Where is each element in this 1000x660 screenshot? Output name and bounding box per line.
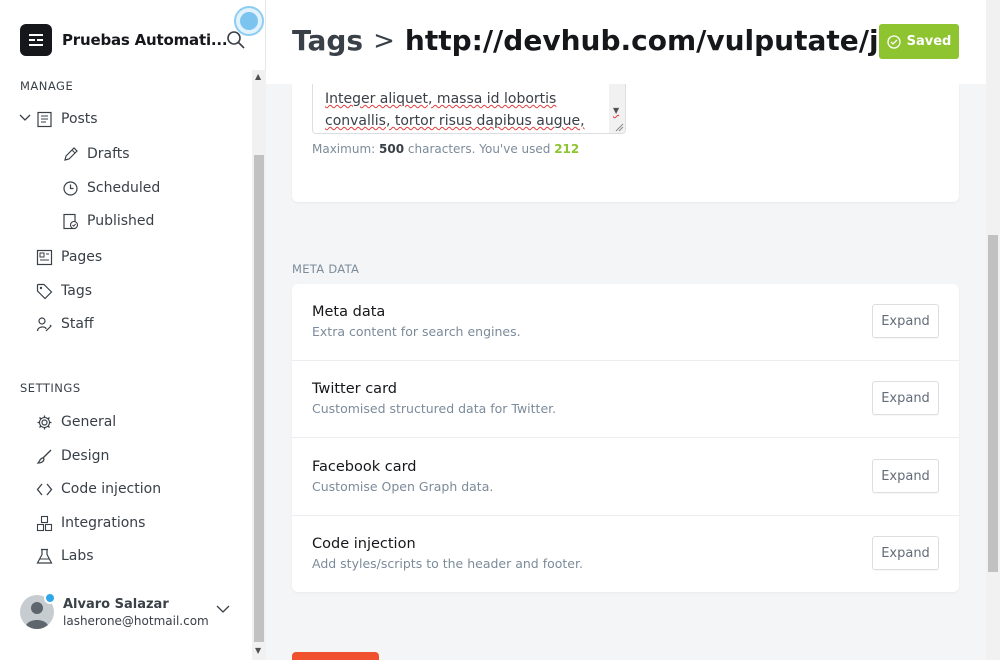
row-title: Code injection [312,536,416,552]
user-name: Alvaro Salazar [63,596,169,612]
sidebar-item-label: Design [61,448,110,464]
sidebar-item-published[interactable]: Published [62,209,154,233]
sidebar-item-integrations[interactable]: Integrations [36,511,145,535]
hint-prefix: Maximum: [312,142,376,156]
site-logo [20,24,52,56]
sidebar-item-staff[interactable]: Staff [36,312,94,336]
scrollbar-thumb[interactable] [988,235,998,572]
expand-meta-data-button[interactable]: Expand [872,304,939,338]
row-title: Facebook card [312,459,417,475]
row-title: Twitter card [312,381,397,397]
sidebar-item-label: Staff [61,316,94,332]
site-brand[interactable]: Pruebas Automati... [20,24,228,56]
published-icon [63,213,79,229]
textarea-line: Integer aliquet, massa id lobortis [325,91,557,107]
hint-mid: characters. You've used [407,142,551,156]
staff-icon [36,316,52,331]
meta-row-meta-data: Meta data Extra content for search engin… [292,284,959,361]
sidebar-item-label: Posts [61,111,98,127]
row-description: Customised structured data for Twitter. [312,401,557,416]
hint-max: 500 [379,142,405,156]
delete-tag-button[interactable] [292,652,379,660]
character-count-hint: Maximum: 500 characters. You've used 212 [312,142,579,156]
gear-icon [37,415,52,429]
user-email: lasherone@hotmail.com [63,613,209,628]
chevron-down-icon[interactable] [216,604,230,614]
sidebar-item-label: Labs [61,548,94,564]
clock-icon [63,180,78,196]
expand-twitter-card-button[interactable]: Expand [872,381,939,415]
expand-facebook-card-button[interactable]: Expand [872,459,939,493]
scrollbar-thumb[interactable] [254,155,264,642]
sidebar-item-label: General [61,414,117,430]
sidebar-item-posts[interactable]: Posts [36,107,98,131]
flask-icon [36,548,53,564]
sidebar-item-label: Integrations [61,515,146,531]
breadcrumb: Tags > http://devhub.com/vulputate/justo… [292,24,892,57]
textarea-line: convallis, tortor risus dapibus augue, v… [325,113,585,129]
sidebar-item-labs[interactable]: Labs [36,544,94,568]
page-header: Tags > http://devhub.com/vulputate/justo… [266,0,986,84]
row-description: Extra content for search engines. [312,324,521,339]
breadcrumb-separator: > [373,25,395,56]
expand-code-injection-button[interactable]: Expand [872,536,939,570]
sidebar-item-label: Code injection [61,481,162,497]
scroll-down-icon[interactable]: ▼ [255,646,261,655]
row-description: Customise Open Graph data. [312,479,494,494]
posts-icon [37,111,52,127]
sidebar-item-label: Drafts [87,146,130,162]
status-badge [44,592,56,604]
integrations-icon [36,515,53,531]
description-card: Integer aliquet, massa id lobortis conva… [292,84,959,202]
sidebar-item-pages[interactable]: Pages [36,245,102,269]
check-circle-icon [886,34,901,49]
meta-row-facebook-card: Facebook card Customise Open Graph data.… [292,439,959,516]
settings-section-title: SETTINGS [20,381,81,395]
resize-handle-icon[interactable] [614,122,624,132]
sidebar-item-code-injection[interactable]: Code injection [36,477,161,501]
sidebar-scrollbar[interactable]: ▲ ▼ [252,70,266,660]
pages-icon [36,249,53,265]
breadcrumb-parent[interactable]: Tags [292,24,363,57]
sidebar-item-design[interactable]: Design [36,444,109,468]
main-scrollbar[interactable] [986,0,1000,660]
chevron-down-icon[interactable] [19,113,31,123]
site-name: Pruebas Automati... [62,31,228,49]
meta-card: Meta data Extra content for search engin… [292,284,959,592]
meta-row-twitter-card: Twitter card Customised structured data … [292,361,959,438]
row-title: Meta data [312,304,386,320]
description-textarea[interactable]: Integer aliquet, massa id lobortis conva… [312,84,626,134]
sidebar: Pruebas Automati... MANAGE Posts Drafts … [0,0,266,660]
meta-row-code-injection: Code injection Add styles/scripts to the… [292,516,959,593]
brush-icon [36,449,52,464]
scroll-up-icon[interactable]: ▲ [255,72,261,81]
page-title: http://devhub.com/vulputate/justo/in/ [404,24,892,57]
row-description: Add styles/scripts to the header and foo… [312,556,583,571]
sidebar-item-general[interactable]: General [36,410,116,434]
sidebar-item-tags[interactable]: Tags [36,279,92,303]
saved-status-button[interactable]: Saved [879,24,959,59]
click-indicator [234,6,264,36]
sidebar-item-scheduled[interactable]: Scheduled [62,176,160,200]
tag-icon [36,283,53,299]
manage-section-title: MANAGE [20,79,74,93]
pencil-icon [64,146,78,161]
main-content: Integer aliquet, massa id lobortis conva… [266,0,1000,660]
meta-section-title: META DATA [292,262,360,276]
code-icon [36,483,53,495]
sidebar-item-label: Pages [61,249,103,265]
scroll-down-icon[interactable]: ▼ [613,100,619,122]
hint-used: 212 [554,142,580,156]
sidebar-nav: MANAGE Posts Drafts Scheduled Published … [0,70,252,660]
sidebar-item-drafts[interactable]: Drafts [62,142,130,166]
saved-label: Saved [906,34,952,49]
sidebar-item-label: Published [87,213,155,229]
sidebar-item-label: Tags [61,283,92,299]
sidebar-item-label: Scheduled [87,180,161,196]
